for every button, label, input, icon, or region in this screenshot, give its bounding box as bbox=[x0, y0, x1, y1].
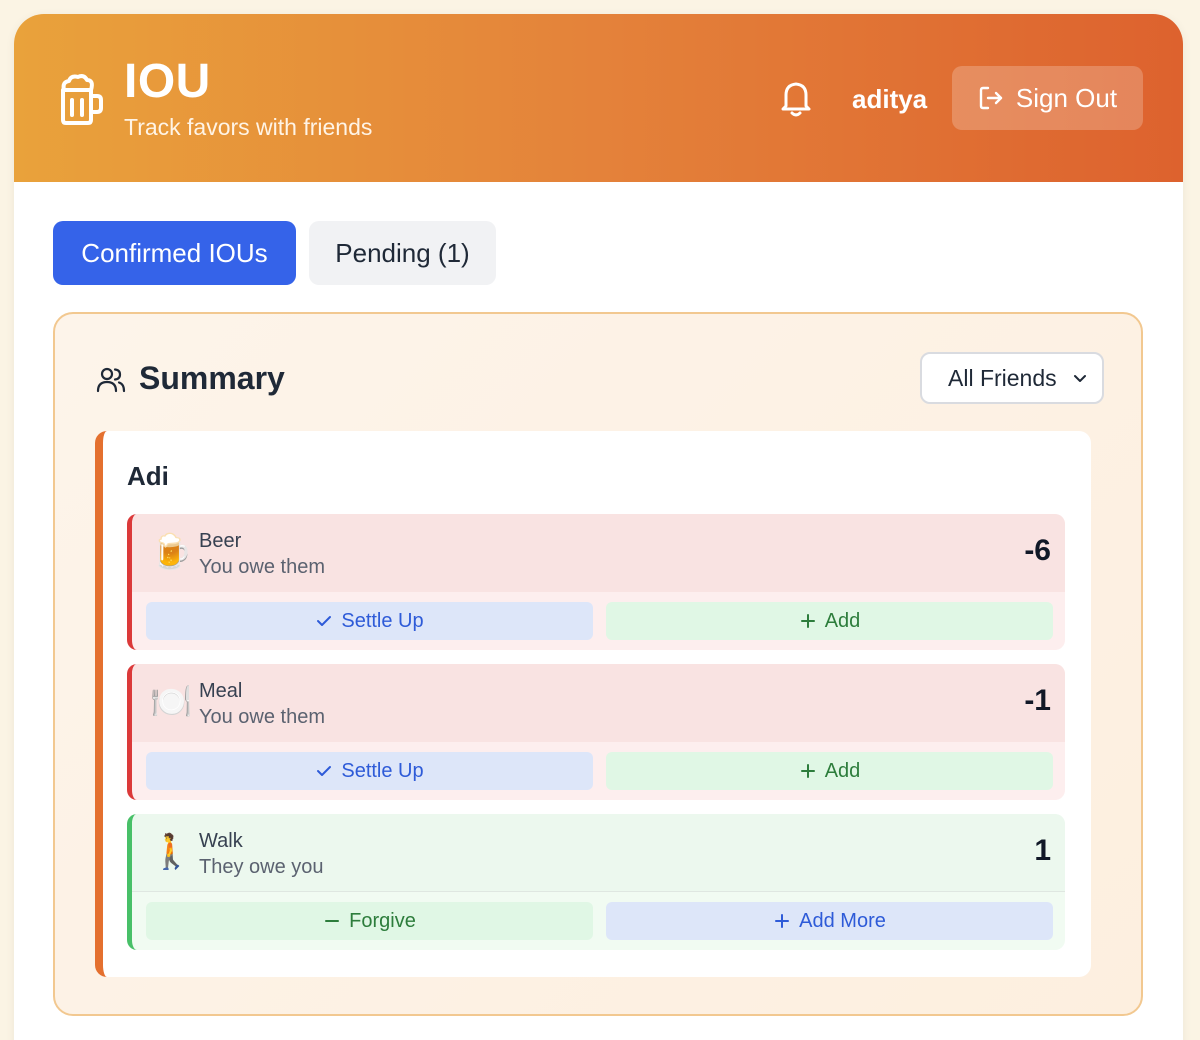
iou-name: Walk bbox=[199, 830, 243, 852]
friend-card: Adi 🍺 Beer You owe them -6 Settle Up Add bbox=[95, 431, 1091, 977]
friend-filter-value: All Friends bbox=[948, 364, 1057, 391]
iou-description: You owe them bbox=[199, 706, 326, 728]
tab-pending[interactable]: Pending (1) bbox=[309, 221, 496, 285]
iou-summary: 🍺 Beer You owe them -6 bbox=[132, 514, 1065, 592]
username-label: aditya bbox=[852, 84, 928, 114]
iou-count: 1 bbox=[1034, 834, 1051, 867]
friend-filter-select[interactable]: All Friends bbox=[920, 352, 1104, 404]
tab-confirmed-ious[interactable]: Confirmed IOUs bbox=[53, 221, 296, 285]
settle-up-label: Settle Up bbox=[341, 609, 424, 632]
plus-icon bbox=[800, 764, 815, 778]
iou-count: -6 bbox=[1024, 534, 1051, 567]
beer-mug-icon bbox=[61, 74, 103, 125]
add-button[interactable]: Add bbox=[606, 602, 1053, 640]
beer-icon: 🍺 bbox=[150, 533, 193, 571]
iou-count: -1 bbox=[1024, 684, 1051, 717]
app-subtitle: Track favors with friends bbox=[124, 114, 373, 140]
friend-name: Adi bbox=[127, 461, 169, 491]
app-window: IOU Track favors with friends aditya Sig… bbox=[14, 14, 1183, 1040]
plus-icon bbox=[800, 614, 815, 628]
settle-up-button[interactable]: Settle Up bbox=[146, 602, 593, 640]
bell-icon[interactable] bbox=[778, 78, 814, 118]
forgive-label: Forgive bbox=[349, 909, 416, 932]
iou-summary: 🚶 Walk They owe you 1 bbox=[132, 814, 1065, 892]
summary-panel: Summary All Friends Adi 🍺 Beer You owe t… bbox=[53, 312, 1143, 1016]
iou-row-walk: 🚶 Walk They owe you 1 Forgive Add More bbox=[127, 814, 1065, 950]
check-icon bbox=[317, 616, 332, 626]
sign-out-label: Sign Out bbox=[1015, 82, 1118, 113]
add-more-label: Add More bbox=[799, 909, 886, 932]
plus-icon bbox=[775, 914, 790, 928]
plate-icon: 🍽️ bbox=[150, 683, 193, 721]
add-label: Add bbox=[824, 759, 861, 782]
users-icon bbox=[96, 367, 126, 393]
add-label: Add bbox=[824, 609, 861, 632]
iou-description: You owe them bbox=[199, 556, 326, 578]
chevron-down-icon bbox=[1074, 375, 1086, 382]
iou-row-beer: 🍺 Beer You owe them -6 Settle Up Add bbox=[127, 514, 1065, 650]
summary-title: Summary bbox=[139, 360, 285, 396]
app-title: IOU bbox=[124, 55, 211, 108]
iou-name: Beer bbox=[199, 530, 242, 552]
forgive-button[interactable]: Forgive bbox=[146, 902, 593, 940]
sign-out-button[interactable]: Sign Out bbox=[952, 66, 1143, 130]
iou-summary: 🍽️ Meal You owe them -1 bbox=[132, 664, 1065, 742]
walking-person-icon: 🚶 bbox=[150, 833, 193, 871]
iou-description: They owe you bbox=[199, 856, 324, 878]
iou-row-meal: 🍽️ Meal You owe them -1 Settle Up Add bbox=[127, 664, 1065, 800]
iou-name: Meal bbox=[199, 680, 243, 702]
add-button[interactable]: Add bbox=[606, 752, 1053, 790]
app-header: IOU Track favors with friends aditya Sig… bbox=[14, 14, 1183, 182]
check-icon bbox=[317, 766, 332, 776]
settle-up-button[interactable]: Settle Up bbox=[146, 752, 593, 790]
sign-out-icon bbox=[979, 86, 1003, 110]
minus-icon bbox=[325, 920, 340, 922]
settle-up-label: Settle Up bbox=[341, 759, 424, 782]
add-more-button[interactable]: Add More bbox=[606, 902, 1053, 940]
